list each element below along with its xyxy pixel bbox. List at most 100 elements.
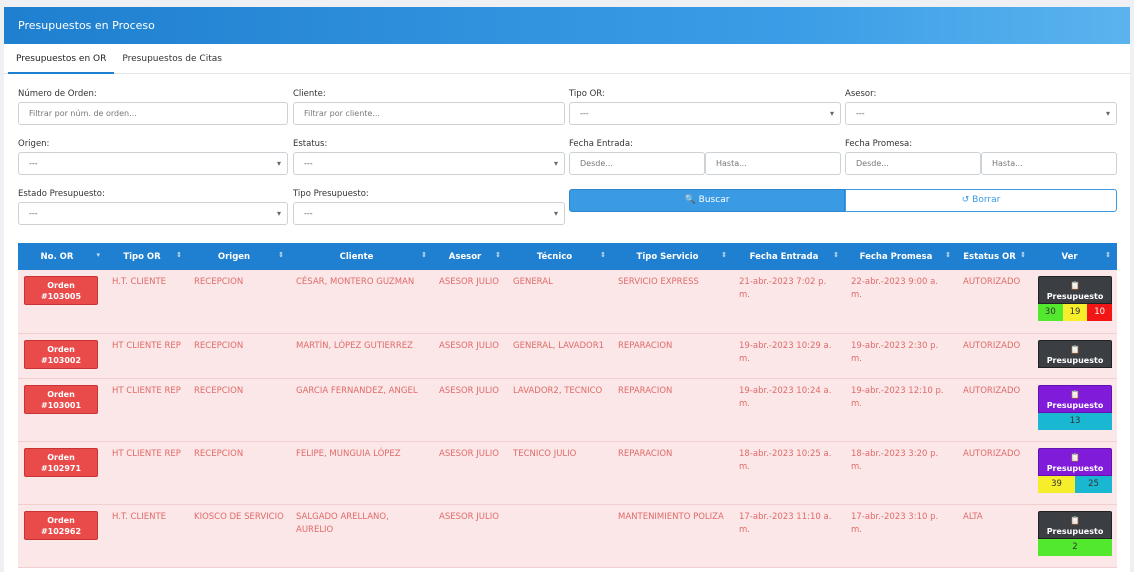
cell-tecnico <box>507 504 612 567</box>
fecha-entrada-hasta-input[interactable]: Hasta... <box>705 152 841 175</box>
estado-presupuesto-select[interactable]: --- <box>18 202 288 225</box>
filter-asesor-label: Asesor: <box>845 89 877 99</box>
tab-bar: Presupuestos en OR Presupuestos de Citas <box>4 44 1130 74</box>
order-number-input[interactable]: Filtrar por núm. de orden... <box>18 102 288 125</box>
asesor-select[interactable]: --- <box>845 102 1117 125</box>
filter-orden-label: Número de Orden: <box>18 89 97 99</box>
cell-tecnico: GENERAL, LAVADOR1 <box>513 340 605 351</box>
order-number: #103002 <box>40 355 82 365</box>
cell-tipo: HT CLIENTE REP <box>112 385 181 396</box>
col-header[interactable]: Tipo Servicio ⇕ <box>612 243 733 270</box>
col-header[interactable]: Técnico ⇕ <box>507 243 612 270</box>
budget-counters: 39 25 <box>1038 475 1112 493</box>
sort-icon: ⇕ <box>1105 251 1111 259</box>
estatus-select[interactable]: --- <box>293 152 565 175</box>
cell-cliente: GARCIA FERNANDEZ, ANGEL <box>296 385 418 396</box>
origen-select[interactable]: --- <box>18 152 288 175</box>
panel-header: Presupuestos en Proceso <box>4 7 1130 44</box>
cell-orden: Orden #103005 <box>18 270 106 333</box>
search-button[interactable]: 🔍 Buscar <box>569 189 845 212</box>
table-row: Orden #103001 HT CLIENTE REP RECEPCION GARCI… <box>18 378 1117 441</box>
filter-fecha-promesa: Fecha Promesa: Desde... Hasta... <box>845 139 1117 175</box>
sort-icon: ⇕ <box>278 251 284 259</box>
budget-count-chip: 2 <box>1038 538 1112 556</box>
sort-icon: ⇕ <box>600 251 606 259</box>
budget-count-chip: 30 <box>1038 304 1063 321</box>
order-button[interactable]: Orden #102971 <box>24 447 98 477</box>
budget-counters: 30 19 10 <box>1038 304 1113 321</box>
col-header[interactable]: Cliente ⇕ <box>290 243 433 270</box>
cell-cliente: MARTÍN, LÓPEZ GUTIERREZ <box>296 340 413 351</box>
col-header[interactable]: Fecha Entrada ⇕ <box>733 243 845 270</box>
cell-tipo: HT CLIENTE REP <box>112 340 181 351</box>
tipo-presupuesto-select[interactable]: --- <box>293 202 565 225</box>
sort-icon: ⇕ <box>176 251 182 259</box>
cell-origen: RECEPCION <box>194 448 244 459</box>
cell-asesor: ASESOR JULIO <box>439 385 499 396</box>
filter-estado-presupuesto-label: Estado Presupuesto: <box>18 189 105 199</box>
sort-icon: ⇕ <box>833 251 839 259</box>
filter-origen-label: Origen: <box>18 139 50 149</box>
cell-servicio: SERVICIO EXPRESS <box>618 277 699 287</box>
table-header-row: No. OR ▾ Tipo OR ⇕ Origen ⇕ Cliente ⇕ Asesor… <box>18 243 1117 270</box>
budget-button[interactable]: 📋 Presupuesto <box>1038 384 1112 413</box>
sort-icon: ⇕ <box>421 251 427 259</box>
order-button[interactable]: Orden #103001 <box>24 384 98 414</box>
cell-promesa: 18-abr.-2023 3:20 p. m. <box>851 448 939 472</box>
fecha-promesa-hasta-input[interactable]: Hasta... <box>981 152 1117 175</box>
cell-entrada: 19-abr.-2023 10:29 a. m. <box>739 340 832 364</box>
cell-tecnico: GENERAL <box>513 277 553 287</box>
order-button[interactable]: Orden #102962 <box>24 510 98 540</box>
col-header[interactable]: Origen ⇕ <box>188 243 290 270</box>
cell-tipo: HT CLIENTE REP <box>112 448 181 459</box>
cell-ver: 📋 Presupuesto 13 <box>1032 378 1117 441</box>
cell-promesa: 19-abr.-2023 2:30 p. m. <box>851 340 939 364</box>
budget-button[interactable]: 📋 Presupuesto <box>1038 510 1112 539</box>
budget-button[interactable]: 📋 Presupuesto <box>1038 339 1112 368</box>
search-button-label: Buscar <box>698 195 730 205</box>
budget-view: 📋 Presupuesto 13 <box>1038 384 1112 430</box>
fecha-entrada-desde-input[interactable]: Desde... <box>569 152 705 175</box>
col-header[interactable]: Asesor ⇕ <box>433 243 507 270</box>
cell-asesor: ASESOR JULIO <box>439 277 499 287</box>
budget-counters: 13 <box>1038 412 1112 430</box>
cell-estatus: AUTORIZADO <box>963 385 1021 396</box>
budgets-panel: Presupuestos en Proceso Presupuestos en … <box>4 7 1130 572</box>
undo-icon: ↺ <box>961 195 970 205</box>
fecha-promesa-range: Desde... Hasta... <box>845 152 1117 175</box>
client-input[interactable]: Filtrar por cliente... <box>293 102 565 125</box>
filter-cliente: Cliente: Filtrar por cliente... <box>293 89 565 125</box>
col-header[interactable]: Fecha Promesa ⇕ <box>845 243 957 270</box>
col-header[interactable]: Ver ⇕ <box>1032 243 1117 270</box>
cell-entrada: 21-abr.-2023 7:02 p. m. <box>739 277 827 300</box>
cell-asesor: ASESOR JULIO <box>439 511 499 522</box>
tipo-or-select[interactable]: --- <box>569 102 841 125</box>
order-button[interactable]: Orden #103002 <box>24 339 98 369</box>
budget-count-chip: 19 <box>1062 304 1088 321</box>
filter-fecha-promesa-label: Fecha Promesa: <box>845 139 913 149</box>
order-button[interactable]: Orden #103005 <box>24 276 98 305</box>
budget-view: 📋 Presupuesto 2 <box>1038 510 1112 556</box>
clear-button-label: Borrar <box>972 195 1001 205</box>
fecha-promesa-desde-input[interactable]: Desde... <box>845 152 981 175</box>
budget-view: 📋 Presupuesto 30 19 10 <box>1038 276 1113 321</box>
cell-servicio: REPARACION <box>618 340 673 351</box>
budget-button[interactable]: 📋 Presupuesto <box>1038 447 1112 476</box>
col-header[interactable]: No. OR ▾ <box>18 243 106 270</box>
budget-count-chip: 10 <box>1087 304 1113 321</box>
cell-orden: Orden #103001 <box>18 378 106 441</box>
budget-button[interactable]: 📋 Presupuesto <box>1038 276 1112 304</box>
clear-button[interactable]: ↺ Borrar <box>845 189 1117 212</box>
sort-icon: ⇕ <box>721 251 727 259</box>
page-title: Presupuestos en Proceso <box>18 19 155 32</box>
tab-presupuestos-or[interactable]: Presupuestos en OR <box>8 44 115 74</box>
col-header[interactable]: Estatus OR ⇕ <box>957 243 1032 270</box>
search-icon: 🔍 <box>684 195 696 205</box>
col-header[interactable]: Tipo OR ⇕ <box>106 243 188 270</box>
clipboard-icon: 📋 <box>1070 281 1080 290</box>
cell-tecnico: TECNICO JULIO <box>513 448 577 459</box>
sort-icon: ⇕ <box>945 251 951 259</box>
tab-presupuestos-citas[interactable]: Presupuestos de Citas <box>114 44 230 74</box>
cell-ver: 📋 Presupuesto 30 19 10 <box>1032 270 1117 333</box>
cell-entrada: 17-abr.-2023 11:10 a. m. <box>739 511 832 535</box>
